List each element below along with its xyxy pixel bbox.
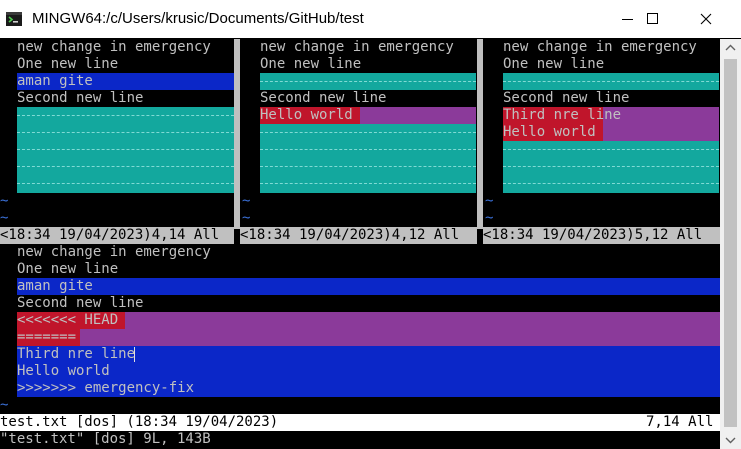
scroll-thumb[interactable]	[724, 59, 737, 427]
code-line: One new line	[260, 56, 362, 72]
vertical-split-separator[interactable]	[234, 39, 240, 229]
code-line: One new line	[17, 56, 119, 72]
code-line: Third nre line	[503, 107, 622, 123]
conflict-marker: <<<<<<< HEAD	[17, 312, 119, 328]
empty-line-tilde: ~	[485, 210, 494, 226]
code-line: Second new line	[260, 90, 387, 106]
code-line: Second new line	[17, 90, 144, 106]
status-file-info: test.txt [dos] (18:34 19/04/2023)	[0, 414, 279, 430]
vertical-scrollbar[interactable]	[720, 39, 741, 449]
scroll-down-button[interactable]	[720, 432, 741, 449]
filler-dashes	[503, 81, 719, 82]
code-line: One new line	[503, 56, 605, 72]
filler-dashes	[17, 132, 234, 133]
vertical-split-separator[interactable]	[477, 39, 483, 229]
code-line: new change in emergency	[260, 39, 454, 55]
filler-dashes	[260, 183, 476, 184]
local-status-line: <18:34 19/04/2023)4,14 All	[0, 227, 234, 244]
filler-dashes	[17, 115, 234, 116]
filler-dashes	[260, 166, 476, 167]
code-line: Third nre line	[17, 346, 136, 362]
code-line: Hello world	[260, 107, 353, 123]
filler-dashes	[260, 132, 476, 133]
close-button[interactable]	[683, 0, 729, 38]
empty-line-tilde: ~	[242, 210, 251, 226]
code-line: Hello world	[503, 124, 596, 140]
empty-line-tilde: ~	[485, 193, 494, 209]
command-message-line: "test.txt" [dos] 9L, 143B	[0, 431, 211, 447]
empty-line-tilde: ~	[0, 210, 9, 226]
diff-text-highlight	[17, 278, 720, 295]
conflict-marker: >>>>>>> emergency-fix	[17, 380, 195, 396]
filler-dashes	[260, 81, 476, 82]
conflict-marker: =======	[17, 329, 77, 345]
scroll-up-button[interactable]	[720, 39, 741, 56]
title-bar[interactable]: MINGW64:/c/Users/krusic/Documents/GitHub…	[0, 0, 741, 38]
mingw-icon	[6, 12, 22, 26]
terminal-content[interactable]: new change in emergency One new line ama…	[0, 39, 741, 449]
maximize-button[interactable]	[629, 0, 675, 38]
filler-dashes	[503, 183, 719, 184]
chevron-down-icon	[725, 437, 736, 444]
remote-status-line: <18:34 19/04/2023)5,12 All	[483, 227, 720, 244]
filler-dashes	[503, 166, 719, 167]
close-icon	[700, 13, 712, 25]
code-line: Second new line	[17, 295, 144, 311]
filler-block	[17, 107, 234, 193]
terminal-window: MINGW64:/c/Users/krusic/Documents/GitHub…	[0, 0, 741, 449]
code-line: Hello world	[17, 363, 110, 379]
empty-line-tilde: ~	[0, 193, 9, 209]
filler-dashes	[260, 149, 476, 150]
empty-line-tilde: ~	[242, 193, 251, 209]
filler-dashes	[17, 166, 234, 167]
code-line: new change in emergency	[503, 39, 697, 55]
filler-dashes	[17, 183, 234, 184]
code-line: new change in emergency	[17, 244, 211, 260]
code-line: Second new line	[503, 90, 630, 106]
chevron-up-icon	[725, 44, 736, 51]
maximize-icon	[647, 13, 658, 24]
merged-status-line: test.txt [dos] (18:34 19/04/2023) 7,14 A…	[0, 414, 720, 431]
text-cursor	[134, 347, 135, 362]
window-title: MINGW64:/c/Users/krusic/Documents/GitHub…	[32, 10, 364, 27]
code-line: aman gite	[17, 73, 93, 89]
filler-dashes	[503, 149, 719, 150]
status-position: 7,14 All	[646, 414, 714, 430]
base-status-line: <18:34 19/04/2023)4,12 All	[240, 227, 477, 244]
code-line: aman gite	[17, 278, 93, 294]
code-line: One new line	[17, 261, 119, 277]
empty-line-tilde: ~	[0, 397, 9, 413]
filler-dashes	[17, 149, 234, 150]
code-line: new change in emergency	[17, 39, 211, 55]
